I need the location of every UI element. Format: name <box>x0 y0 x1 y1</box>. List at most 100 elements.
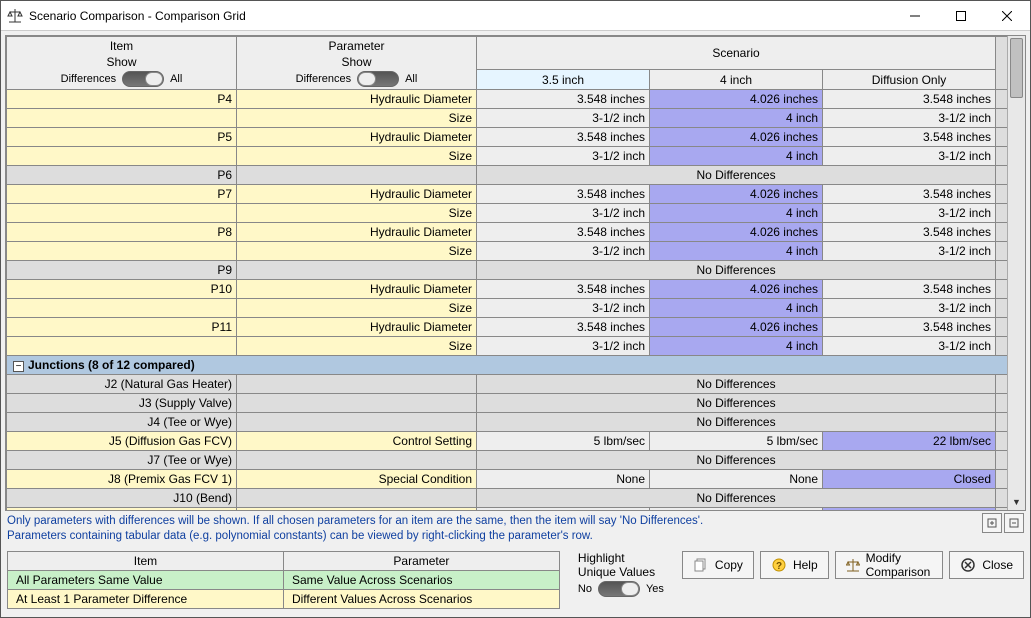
param-cell[interactable]: Hydraulic Diameter <box>237 128 477 147</box>
value-cell[interactable]: 3-1/2 inch <box>823 242 996 261</box>
param-cell[interactable]: Size <box>237 147 477 166</box>
highlight-toggle[interactable] <box>598 581 640 597</box>
help-button[interactable]: ? Help <box>760 551 829 579</box>
value-cell[interactable]: 3.548 inches <box>823 223 996 242</box>
value-cell[interactable]: 3.548 inches <box>477 318 650 337</box>
item-cell[interactable] <box>7 109 237 128</box>
value-cell[interactable]: None <box>650 470 823 489</box>
value-cell[interactable]: 3.548 inches <box>823 90 996 109</box>
param-cell[interactable]: Hydraulic Diameter <box>237 185 477 204</box>
value-cell[interactable]: 4.026 inches <box>650 90 823 109</box>
item-cell[interactable]: J2 (Natural Gas Heater) <box>7 375 237 394</box>
value-cell[interactable]: 4 inch <box>650 109 823 128</box>
value-cell[interactable]: 3.548 inches <box>477 128 650 147</box>
value-cell[interactable]: 3.548 inches <box>477 280 650 299</box>
value-cell[interactable]: 3.548 inches <box>823 280 996 299</box>
value-cell[interactable]: 3-1/2 inch <box>823 147 996 166</box>
value-cell[interactable]: None <box>477 508 650 511</box>
item-cell[interactable]: J5 (Diffusion Gas FCV) <box>7 432 237 451</box>
item-cell[interactable]: J4 (Tee or Wye) <box>7 413 237 432</box>
item-cell[interactable] <box>7 147 237 166</box>
value-cell[interactable]: 4 inch <box>650 242 823 261</box>
param-cell[interactable]: Control Setting <box>237 432 477 451</box>
value-cell[interactable]: 3-1/2 inch <box>823 204 996 223</box>
param-cell[interactable]: Size <box>237 299 477 318</box>
value-cell[interactable]: 5 lbm/sec <box>650 432 823 451</box>
param-cell[interactable]: Size <box>237 109 477 128</box>
param-show-toggle[interactable] <box>357 71 399 87</box>
scenario-col-1[interactable]: 4 inch <box>650 70 823 90</box>
item-cell[interactable]: J10 (Bend) <box>7 489 237 508</box>
minimize-button[interactable] <box>892 1 938 31</box>
item-cell[interactable] <box>7 242 237 261</box>
param-cell[interactable]: Hydraulic Diameter <box>237 223 477 242</box>
item-show-toggle[interactable] <box>122 71 164 87</box>
param-cell[interactable]: Special Condition <box>237 470 477 489</box>
item-cell[interactable]: P11 <box>7 318 237 337</box>
scenario-col-0[interactable]: 3.5 inch <box>477 70 650 90</box>
value-cell[interactable]: 4 inch <box>650 299 823 318</box>
copy-button[interactable]: Copy <box>682 551 754 579</box>
vertical-scrollbar[interactable]: ▲ ▼ <box>1007 36 1025 510</box>
param-cell[interactable]: Size <box>237 337 477 356</box>
value-cell[interactable]: 3.548 inches <box>823 318 996 337</box>
maximize-button[interactable] <box>938 1 984 31</box>
param-cell[interactable]: Size <box>237 242 477 261</box>
param-cell[interactable]: Hydraulic Diameter <box>237 318 477 337</box>
value-cell[interactable]: 3-1/2 inch <box>477 109 650 128</box>
value-cell[interactable]: 3-1/2 inch <box>823 299 996 318</box>
item-cell[interactable] <box>7 204 237 223</box>
param-cell[interactable]: Hydraulic Diameter <box>237 280 477 299</box>
scrollbar-thumb[interactable] <box>1010 38 1023 98</box>
value-cell[interactable]: 3-1/2 inch <box>477 147 650 166</box>
value-cell[interactable]: 4.026 inches <box>650 318 823 337</box>
value-cell[interactable]: 3.548 inches <box>477 185 650 204</box>
param-cell[interactable]: Hydraulic Diameter <box>237 90 477 109</box>
value-cell[interactable]: 4 inch <box>650 337 823 356</box>
item-cell[interactable]: P6 <box>7 166 237 185</box>
close-button[interactable]: Close <box>949 551 1024 579</box>
section-header[interactable]: −Junctions (8 of 12 compared) <box>7 356 1008 375</box>
item-cell[interactable]: J8 (Premix Gas FCV 1) <box>7 470 237 489</box>
value-cell[interactable]: 5 lbm/sec <box>477 432 650 451</box>
item-cell[interactable]: P4 <box>7 90 237 109</box>
value-cell[interactable]: Closed <box>823 470 996 489</box>
value-cell[interactable]: 4 inch <box>650 147 823 166</box>
value-cell[interactable]: 3-1/2 inch <box>477 204 650 223</box>
value-cell[interactable]: 3.548 inches <box>477 90 650 109</box>
value-cell[interactable]: None <box>477 470 650 489</box>
item-cell[interactable] <box>7 299 237 318</box>
value-cell[interactable]: 3-1/2 inch <box>823 109 996 128</box>
value-cell[interactable]: Closed <box>823 508 996 511</box>
item-cell[interactable]: P7 <box>7 185 237 204</box>
value-cell[interactable]: 3-1/2 inch <box>477 337 650 356</box>
value-cell[interactable]: 4.026 inches <box>650 280 823 299</box>
expand-all-button[interactable] <box>982 513 1002 533</box>
item-cell[interactable]: P8 <box>7 223 237 242</box>
value-cell[interactable]: 3-1/2 inch <box>477 299 650 318</box>
value-cell[interactable]: 4.026 inches <box>650 128 823 147</box>
value-cell[interactable]: 3-1/2 inch <box>477 242 650 261</box>
value-cell[interactable]: 4.026 inches <box>650 223 823 242</box>
value-cell[interactable]: 3.548 inches <box>477 223 650 242</box>
item-cell[interactable] <box>7 337 237 356</box>
value-cell[interactable]: 22 lbm/sec <box>823 432 996 451</box>
item-cell[interactable]: J3 (Supply Valve) <box>7 394 237 413</box>
modify-comparison-button[interactable]: Modify Comparison <box>835 551 944 579</box>
value-cell[interactable]: 3.548 inches <box>823 185 996 204</box>
param-cell[interactable]: Size <box>237 204 477 223</box>
value-cell[interactable]: 4 inch <box>650 204 823 223</box>
item-cell[interactable]: J7 (Tee or Wye) <box>7 451 237 470</box>
collapse-all-button[interactable] <box>1004 513 1024 533</box>
value-cell[interactable]: 4.026 inches <box>650 185 823 204</box>
param-cell[interactable]: Special Condition <box>237 508 477 511</box>
item-cell[interactable]: P9 <box>7 261 237 280</box>
scroll-down-icon[interactable]: ▼ <box>1008 494 1025 510</box>
scenario-col-2[interactable]: Diffusion Only <box>823 70 996 90</box>
close-window-button[interactable] <box>984 1 1030 31</box>
value-cell[interactable]: 3.548 inches <box>823 128 996 147</box>
value-cell[interactable]: 3-1/2 inch <box>823 337 996 356</box>
item-cell[interactable]: J11 (Premix Gas FCV 2) <box>7 508 237 511</box>
section-collapse-icon[interactable]: − <box>13 361 24 372</box>
item-cell[interactable]: P5 <box>7 128 237 147</box>
